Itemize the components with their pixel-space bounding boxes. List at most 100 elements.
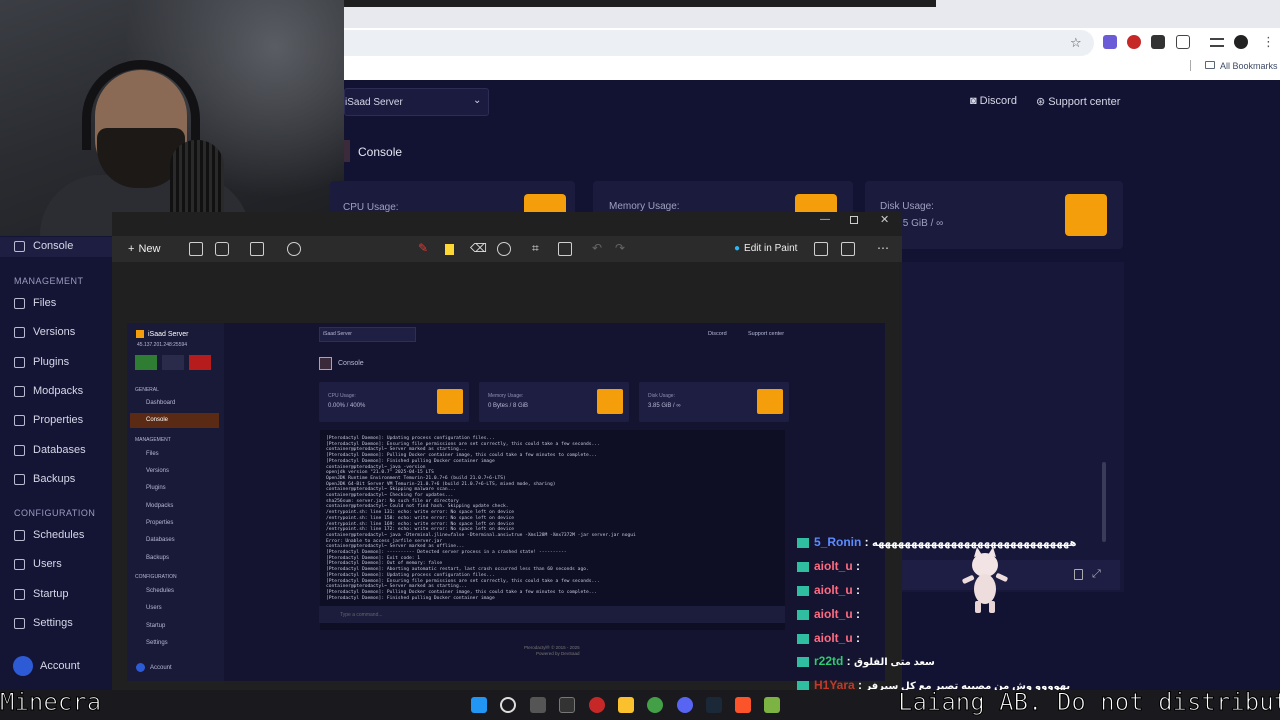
- terminal-line: [Pterodactyl Daemon]: Ensuring file perm…: [326, 578, 600, 584]
- extension-shield-icon[interactable]: [1103, 35, 1117, 49]
- maximize-icon[interactable]: [850, 216, 858, 224]
- shapes-icon[interactable]: [497, 242, 511, 256]
- store-icon[interactable]: [559, 697, 575, 713]
- support-label: Support center: [1048, 96, 1121, 108]
- extensions-puzzle-icon[interactable]: [1176, 35, 1190, 49]
- app-icon-red[interactable]: [589, 697, 605, 713]
- video-mode-icon[interactable]: [215, 242, 229, 256]
- terminal-line: container@pterodactyl~ Could not find ha…: [326, 504, 509, 510]
- snip-shape-icon[interactable]: [250, 242, 264, 256]
- close-icon[interactable]: ✕: [880, 213, 889, 226]
- minecraft-icon[interactable]: [764, 697, 780, 713]
- terminal-line: container@pterodactyl~ Checking for upda…: [326, 493, 454, 498]
- search-icon[interactable]: [500, 697, 516, 713]
- support-link[interactable]: ⊛ Support center: [1036, 95, 1120, 108]
- sidebar-item-versions[interactable]: Versions: [14, 326, 75, 338]
- eraser-icon[interactable]: ⌫: [470, 241, 487, 255]
- all-bookmarks-link[interactable]: All Bookmarks: [1220, 61, 1278, 71]
- browser-menu-icon[interactable]: ⋮: [1262, 34, 1275, 50]
- reading-list-icon[interactable]: [1210, 38, 1224, 47]
- dancing-cat-icon: [962, 547, 1008, 613]
- mini-nav-properties: Properties: [146, 520, 174, 526]
- sidebar-item-settings[interactable]: Settings: [14, 617, 73, 629]
- highlighter-icon[interactable]: [445, 244, 454, 255]
- mini-cpu-icon: [437, 389, 463, 414]
- configuration-header: CONFIGURATION: [14, 508, 96, 518]
- chat-message: aiolt_u :: [797, 583, 860, 597]
- terminal-line: Error: Unable to access jarfile server.j…: [326, 538, 443, 544]
- redo-icon[interactable]: ↷: [615, 241, 625, 255]
- save-icon[interactable]: [814, 242, 828, 256]
- task-view-icon[interactable]: [530, 697, 546, 713]
- plus-icon: +: [128, 243, 135, 255]
- terminal-line: container@pterodactyl~ Skipping malware …: [326, 487, 456, 493]
- chrome-icon[interactable]: [647, 697, 663, 713]
- sidebar-item-files[interactable]: Files: [14, 297, 56, 309]
- minimize-icon[interactable]: —: [820, 214, 830, 225]
- account-link[interactable]: Account: [40, 660, 80, 672]
- edit-in-paint-button[interactable]: ● Edit in Paint: [734, 243, 797, 254]
- sidebar-item-databases[interactable]: Databases: [14, 444, 86, 456]
- new-button[interactable]: + New: [128, 243, 160, 255]
- extension-record-icon[interactable]: [1127, 35, 1141, 49]
- mini-sidebar: [127, 323, 224, 681]
- console-scrollbar[interactable]: [1102, 462, 1106, 542]
- more-options-icon[interactable]: ⋯: [877, 241, 889, 255]
- file-explorer-icon[interactable]: [618, 697, 634, 713]
- sidebar-item-backups[interactable]: Backups: [14, 473, 75, 485]
- address-bar[interactable]: [344, 30, 1094, 56]
- delay-icon[interactable]: [287, 242, 301, 256]
- sidebar-item-modpacks[interactable]: Modpacks: [14, 385, 83, 397]
- mini-nav-backups: Backups: [146, 555, 170, 561]
- discord-link[interactable]: ◙ Discord: [970, 95, 1017, 107]
- crop-icon[interactable]: ⌗: [532, 241, 539, 256]
- steam-icon[interactable]: [706, 697, 722, 713]
- mini-nav-plugins: Plugins: [146, 485, 166, 491]
- extension-square-icon[interactable]: [1151, 35, 1165, 49]
- sidebar-item-properties[interactable]: Properties: [14, 414, 83, 426]
- webcam-feed: [0, 0, 344, 236]
- mini-stop-button[interactable]: [189, 355, 211, 370]
- profile-avatar-icon[interactable]: [1234, 35, 1248, 49]
- windows-start-icon[interactable]: [471, 697, 487, 713]
- versions-icon: [14, 326, 25, 338]
- new-label: New: [138, 243, 161, 255]
- sidebar-schedules-label: Schedules: [33, 529, 85, 541]
- management-header: MANAGEMENT: [14, 276, 84, 286]
- mini-start-button[interactable]: [135, 355, 157, 370]
- undo-icon[interactable]: ↶: [592, 241, 602, 255]
- terminal-line: [Pterodactyl Daemon]: ---------- Detecte…: [326, 550, 567, 555]
- terminal-line: [Pterodactyl Daemon]: Pulling Docker con…: [326, 453, 598, 459]
- server-select[interactable]: iSaad Server ⌄: [344, 88, 489, 116]
- sidebar-startup-label: Startup: [33, 588, 69, 600]
- pen-icon[interactable]: ✎: [418, 241, 428, 255]
- account-avatar[interactable]: [13, 656, 33, 676]
- sidebar-item-schedules[interactable]: Schedules: [14, 529, 84, 541]
- mini-account-label: Account: [150, 665, 172, 671]
- bookmark-star-icon[interactable]: ☆: [1070, 35, 1082, 51]
- mini-restart-button[interactable]: [162, 355, 184, 370]
- mini-server-name: iSaad Server: [148, 331, 189, 338]
- files-icon: [14, 297, 25, 309]
- copy-snip-icon[interactable]: [841, 242, 855, 256]
- copy-icon[interactable]: [1074, 569, 1083, 580]
- sidebar-versions-label: Versions: [33, 326, 76, 338]
- text-actions-icon[interactable]: [558, 242, 572, 256]
- chat-message: 5_Ronin : هههههههههههههههههههههههههههههه…: [797, 535, 1076, 549]
- mini-console-icon: [319, 357, 332, 370]
- sidebar-console[interactable]: Console: [14, 240, 73, 252]
- chat-separator: :: [852, 607, 861, 621]
- mini-disk-label: Disk Usage:: [648, 393, 675, 399]
- chat-badge-icon: [797, 585, 809, 596]
- chat-username: aiolt_u: [814, 607, 853, 621]
- brave-icon[interactable]: [735, 697, 751, 713]
- screenshot-mode-icon[interactable]: [189, 242, 203, 256]
- console-input[interactable]: [900, 560, 1120, 590]
- sidebar-item-startup[interactable]: Startup: [14, 588, 68, 600]
- discord-taskbar-icon[interactable]: [677, 697, 693, 713]
- terminal-line: /entrypoint.sh: line 172: echo: write er…: [326, 527, 515, 533]
- expand-icon[interactable]: ⤢: [1092, 568, 1101, 581]
- sidebar-item-users[interactable]: Users: [14, 558, 62, 570]
- sidebar-item-plugins[interactable]: Plugins: [14, 356, 69, 368]
- sidebar-backups-label: Backups: [33, 473, 76, 485]
